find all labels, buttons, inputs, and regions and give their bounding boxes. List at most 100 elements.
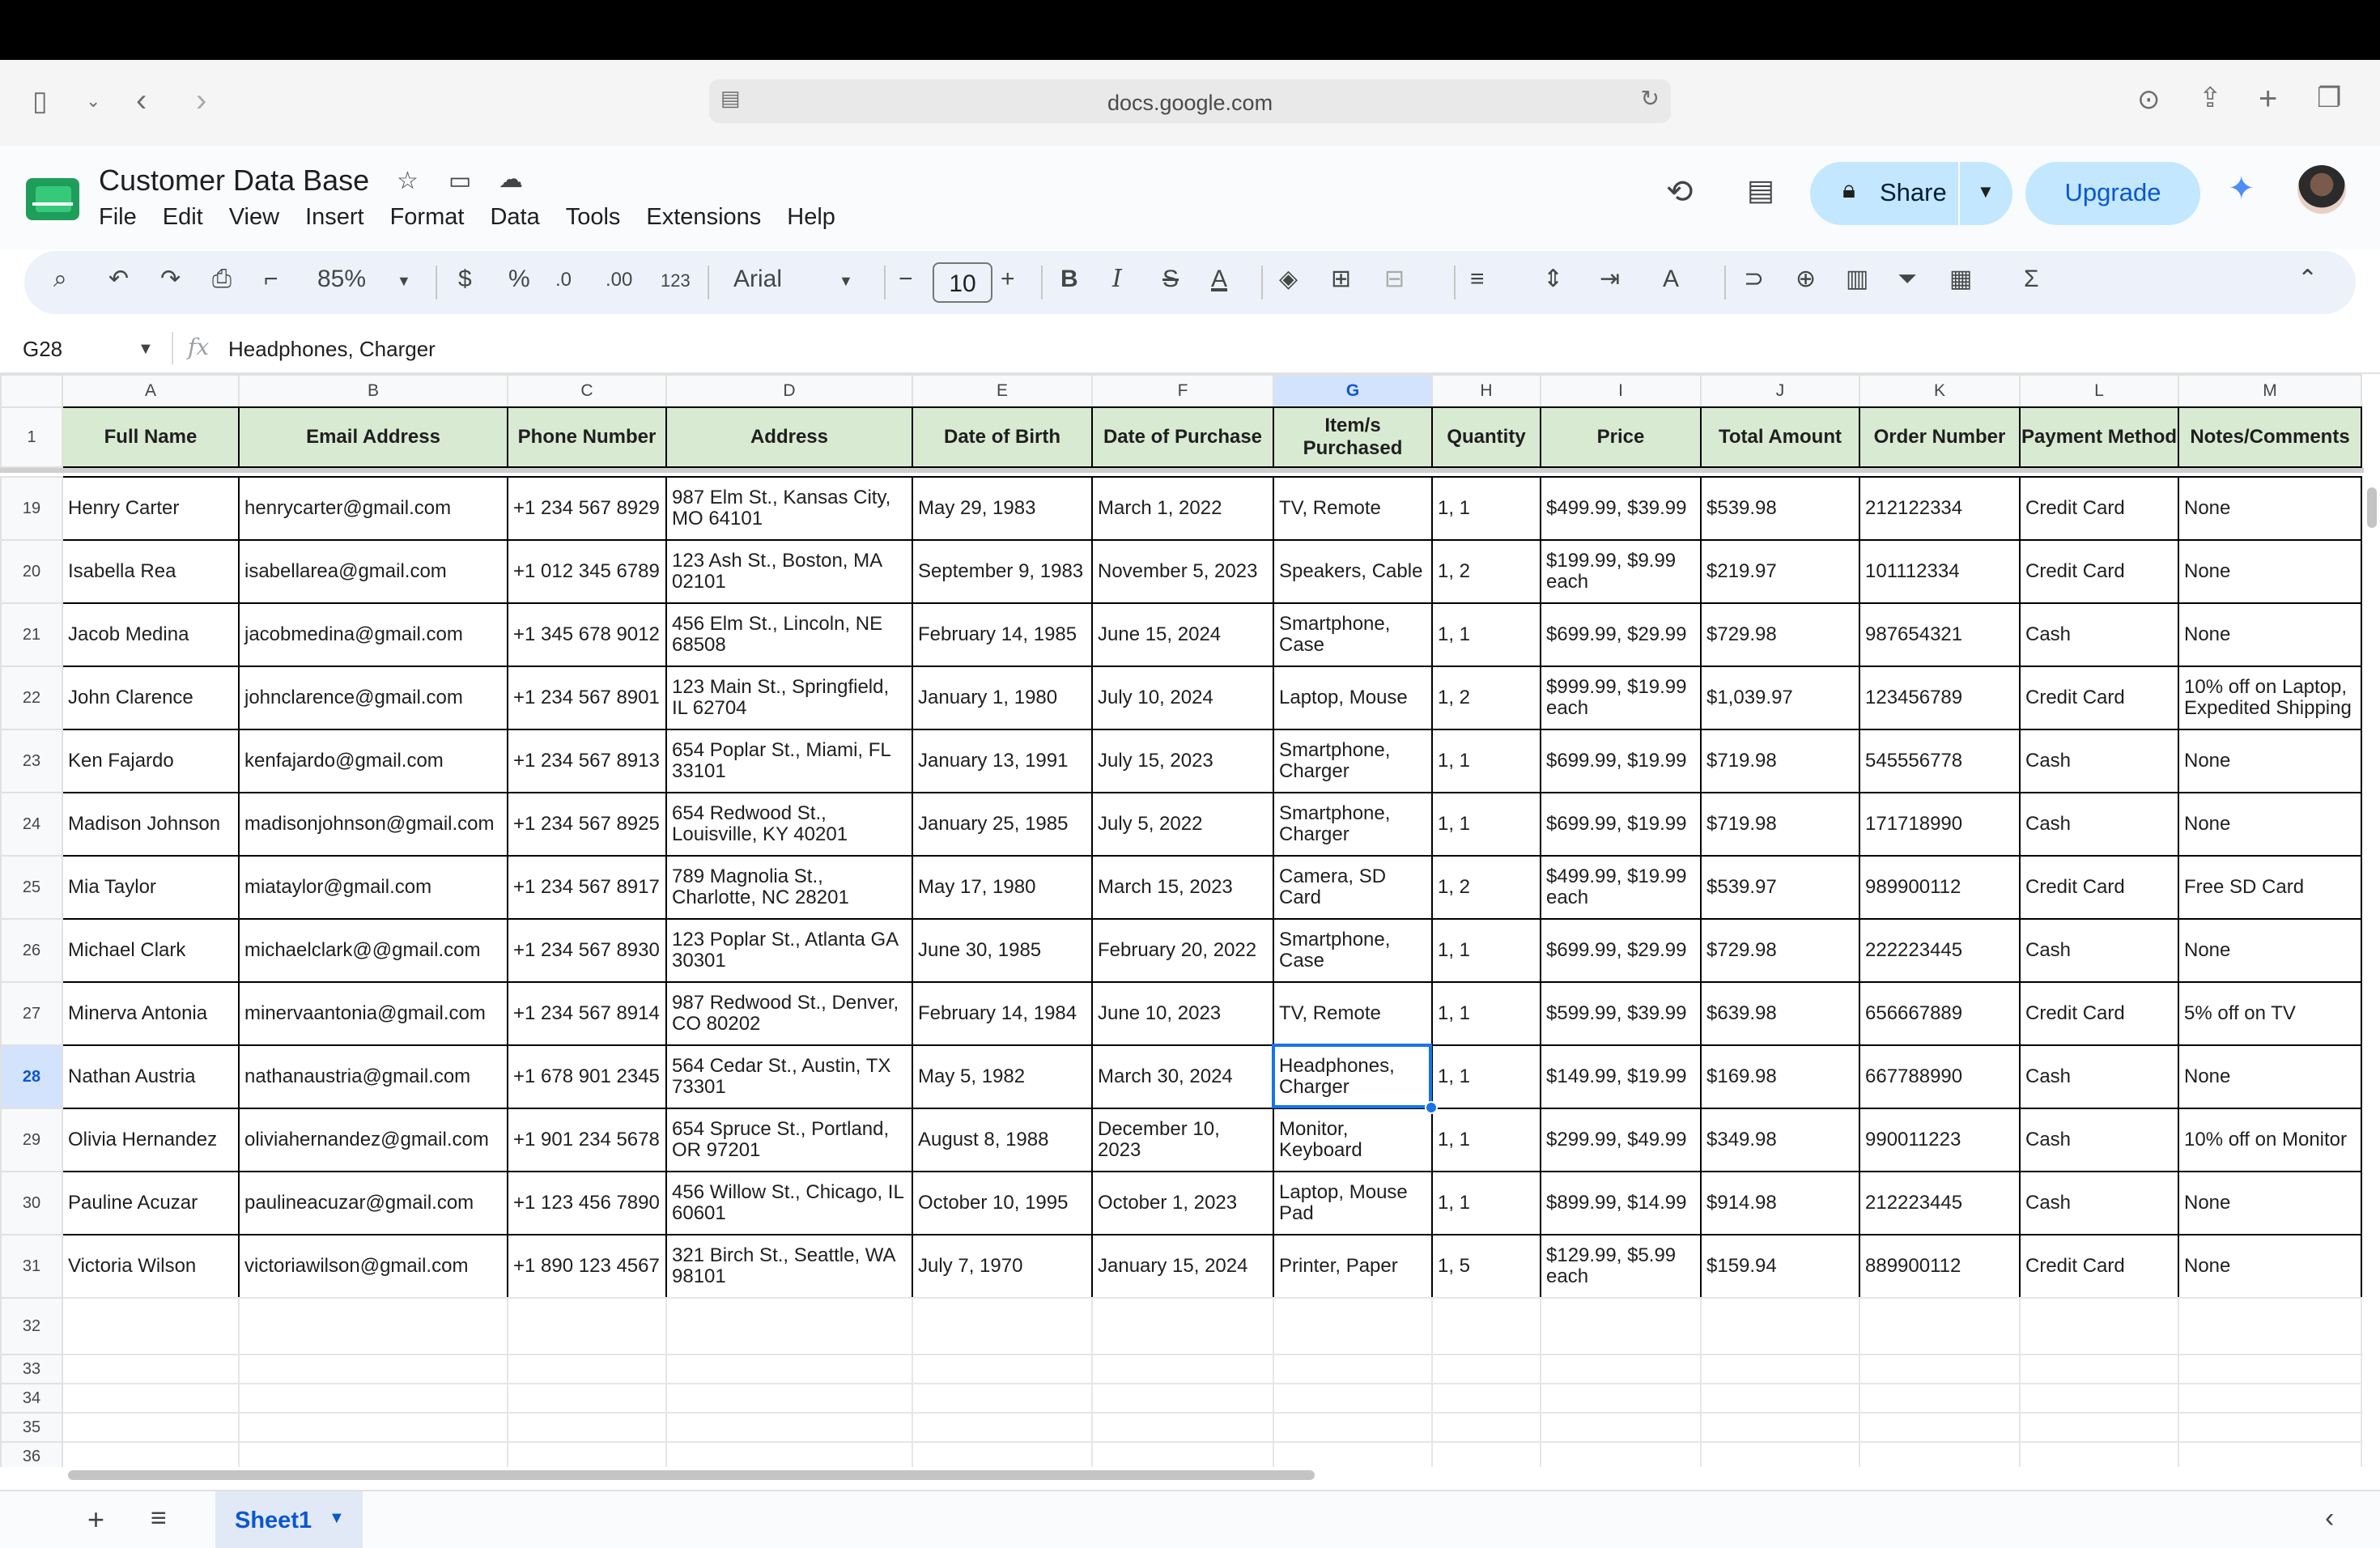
table-cell[interactable]: 456 Willow St., Chicago, IL 60601	[665, 1171, 913, 1235]
table-cell[interactable]	[1700, 1383, 1860, 1414]
table-cell[interactable]	[1091, 1354, 1274, 1384]
row-header[interactable]: 34	[0, 1383, 63, 1414]
table-cell[interactable]	[1540, 1412, 1702, 1443]
table-cell[interactable]	[912, 1412, 1093, 1443]
table-cell[interactable]: Printer, Paper	[1273, 1234, 1433, 1299]
table-cell[interactable]: $129.99, $5.99 each	[1540, 1234, 1702, 1299]
table-cell[interactable]	[62, 1383, 240, 1414]
table-cell[interactable]: July 10, 2024	[1091, 666, 1274, 730]
increase-font-size-icon[interactable]: +	[1001, 267, 1015, 291]
bold-icon[interactable]: B	[1060, 267, 1078, 291]
table-cell[interactable]: +1 234 567 8925	[507, 792, 667, 857]
table-cell[interactable]: +1 234 567 8930	[507, 918, 667, 983]
table-cell[interactable]	[912, 1354, 1093, 1384]
name-box[interactable]: G28	[23, 337, 62, 362]
table-cell[interactable]	[2019, 1383, 2179, 1414]
table-cell[interactable]: Credit Card	[2019, 476, 2179, 541]
row-header[interactable]: 20	[0, 539, 63, 604]
column-header[interactable]: D	[665, 374, 913, 408]
table-cell[interactable]: $699.99, $29.99	[1540, 918, 1702, 983]
table-cell[interactable]	[1091, 1441, 1274, 1467]
table-cell[interactable]: $349.98	[1700, 1108, 1860, 1172]
table-cell[interactable]	[665, 1412, 913, 1443]
table-cell[interactable]: +1 234 567 8901	[507, 666, 667, 730]
all-sheets-icon[interactable]: ≡	[151, 1503, 167, 1534]
avatar[interactable]	[2297, 165, 2346, 214]
table-cell[interactable]: $599.99, $39.99	[1540, 981, 1702, 1046]
formula-input[interactable]: Headphones, Charger	[228, 337, 436, 362]
table-cell[interactable]: October 1, 2023	[1091, 1171, 1274, 1235]
reload-icon[interactable]: ↻	[1641, 87, 1660, 110]
table-cell[interactable]	[238, 1383, 508, 1414]
table-cell[interactable]: $729.98	[1700, 602, 1860, 667]
table-cell[interactable]	[2178, 1412, 2362, 1443]
table-cell[interactable]: 1, 2	[1431, 855, 1541, 920]
table-cell[interactable]: +1 901 234 5678	[507, 1108, 667, 1172]
menu-view[interactable]: View	[229, 204, 279, 231]
move-folder-icon[interactable]: ▭	[448, 167, 471, 195]
table-cell[interactable]	[1859, 1297, 2021, 1355]
row-header[interactable]: 23	[0, 729, 63, 793]
table-cell[interactable]: 990011223	[1859, 1108, 2021, 1172]
table-cell[interactable]	[912, 1383, 1093, 1414]
table-cell[interactable]	[1540, 1441, 1702, 1467]
table-cell[interactable]	[665, 1297, 913, 1355]
share-dropdown-icon[interactable]: ▼	[1977, 181, 1995, 202]
table-cell[interactable]	[1091, 1383, 1274, 1414]
row-header[interactable]: 28	[0, 1044, 63, 1109]
cloud-status-icon[interactable]: ☁	[499, 165, 523, 194]
table-cell[interactable]: Cash	[2019, 792, 2179, 857]
table-cell[interactable]	[1431, 1383, 1541, 1414]
fill-color-icon[interactable]: ◈	[1279, 267, 1298, 291]
table-cell[interactable]: $899.99, $14.99	[1540, 1171, 1702, 1235]
strikethrough-icon[interactable]: S	[1162, 267, 1179, 291]
table-cell[interactable]: 889900112	[1859, 1234, 2021, 1299]
row-header[interactable]: 25	[0, 855, 63, 920]
header-cell[interactable]: Full Name	[62, 406, 240, 468]
row-header[interactable]: 26	[0, 918, 63, 983]
table-cell[interactable]: $699.99, $19.99	[1540, 729, 1702, 793]
header-cell[interactable]: Quantity	[1431, 406, 1541, 468]
row-header[interactable]: 22	[0, 666, 63, 730]
table-cell[interactable]	[1091, 1412, 1274, 1443]
menu-edit[interactable]: Edit	[163, 204, 203, 231]
gemini-icon[interactable]: ✦	[2228, 170, 2255, 207]
table-cell[interactable]	[1540, 1297, 1702, 1355]
menu-extensions[interactable]: Extensions	[646, 204, 761, 231]
table-cell[interactable]: January 25, 1985	[912, 792, 1093, 857]
table-cell[interactable]: February 20, 2022	[1091, 918, 1274, 983]
table-cell[interactable]	[62, 1441, 240, 1467]
table-cell[interactable]	[665, 1354, 913, 1384]
table-cell[interactable]	[507, 1412, 667, 1443]
forward-icon[interactable]: ›	[196, 84, 206, 117]
upgrade-button[interactable]: Upgrade	[2025, 162, 2200, 225]
table-cell[interactable]: March 1, 2022	[1091, 476, 1274, 541]
back-icon[interactable]: ‹	[136, 84, 147, 117]
row-header[interactable]: 29	[0, 1108, 63, 1172]
horizontal-scroll-thumb[interactable]	[68, 1470, 1315, 1480]
table-cell[interactable]	[1859, 1441, 2021, 1467]
number-format-button[interactable]: 123	[661, 272, 691, 290]
table-cell[interactable]	[1273, 1297, 1433, 1355]
increase-decimal-button[interactable]: .00	[606, 270, 632, 290]
text-wrapping-icon[interactable]: ⇥	[1600, 267, 1620, 291]
table-cell[interactable]: Laptop, Mouse Pad	[1273, 1171, 1433, 1235]
table-cell[interactable]	[1273, 1354, 1433, 1384]
vertical-scrollbar[interactable]	[2364, 374, 2380, 1467]
functions-icon[interactable]: Σ	[2024, 267, 2039, 291]
table-cell[interactable]	[1273, 1441, 1433, 1467]
table-cell[interactable]: $914.98	[1700, 1171, 1860, 1235]
table-cell[interactable]: victoriawilson@gmail.com	[238, 1234, 508, 1299]
table-cell[interactable]: None	[2178, 729, 2362, 793]
table-cell[interactable]: 654 Redwood St., Louisville, KY 40201	[665, 792, 913, 857]
table-cell[interactable]: July 15, 2023	[1091, 729, 1274, 793]
row-header[interactable]: 30	[0, 1171, 63, 1235]
table-cell[interactable]: None	[2178, 1171, 2362, 1235]
table-cell[interactable]	[2178, 1441, 2362, 1467]
table-cell[interactable]	[238, 1354, 508, 1384]
decrease-font-size-icon[interactable]: −	[899, 267, 913, 291]
fill-handle[interactable]	[1425, 1101, 1438, 1114]
table-cell[interactable]: May 5, 1982	[912, 1044, 1093, 1109]
table-cell[interactable]: 656667889	[1859, 981, 2021, 1046]
table-cell[interactable]: henrycarter@gmail.com	[238, 476, 508, 541]
